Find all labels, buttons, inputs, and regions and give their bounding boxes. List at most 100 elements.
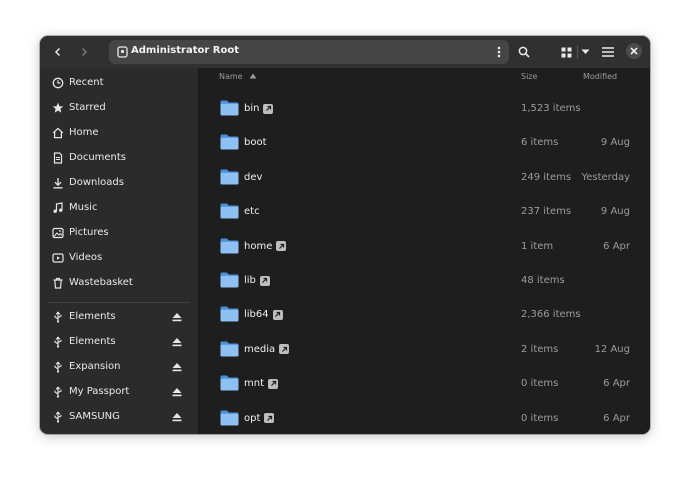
file-name: media: [244, 343, 290, 355]
sidebar-item-samsung[interactable]: SAMSUNG: [40, 405, 198, 429]
file-row[interactable]: lib 48 items: [199, 262, 650, 296]
symlink-icon: [263, 103, 274, 114]
folder-icon: [220, 341, 239, 357]
file-name: opt: [244, 413, 275, 424]
folder-icon: [220, 134, 239, 150]
more-options-icon[interactable]: [497, 46, 501, 58]
forward-button[interactable]: [72, 40, 96, 64]
file-row[interactable]: bin 1,523 items: [199, 90, 650, 124]
picture-icon: [52, 227, 64, 239]
eject-icon[interactable]: [171, 336, 183, 348]
music-icon: [53, 202, 63, 213]
file-manager-window: Administrator Root Recent Starred Home D…: [40, 36, 650, 434]
file-name: etc: [244, 206, 260, 217]
sidebar-item-elements[interactable]: Elements: [40, 305, 198, 329]
file-name-text: mnt: [244, 378, 264, 390]
symlink-icon: [276, 241, 287, 252]
view-options-button[interactable]: [578, 40, 592, 64]
file-name: bin: [244, 103, 274, 114]
document-icon: [53, 152, 63, 164]
sidebar-item-starred[interactable]: Starred: [40, 96, 198, 120]
file-size: 6 items: [521, 137, 559, 149]
location-bar[interactable]: Administrator Root: [109, 40, 509, 64]
eject-icon[interactable]: [171, 311, 183, 323]
file-size: 0 items: [521, 412, 559, 424]
sidebar-item-label: Documents: [69, 152, 127, 163]
sidebar-item-expansion[interactable]: Expansion: [40, 355, 198, 379]
chevron-right-icon: [81, 47, 88, 57]
file-row[interactable]: home 1 item 6 Apr: [199, 228, 650, 262]
usb-icon: [54, 336, 62, 348]
column-header-name[interactable]: Name: [219, 72, 257, 81]
file-modified: 12 Aug: [594, 343, 630, 355]
sidebar-item-home[interactable]: Home: [40, 121, 198, 145]
close-button[interactable]: [626, 43, 642, 59]
symlink-icon: [259, 275, 270, 286]
sidebar-item-elements-2[interactable]: Elements: [40, 330, 198, 354]
sidebar-item-label: Home: [69, 127, 99, 138]
sidebar-item-label: Music: [69, 202, 98, 213]
sidebar-item-label: Wastebasket: [69, 277, 133, 288]
column-header-name-label: Name: [219, 72, 243, 81]
file-size: 2 items: [521, 343, 559, 355]
file-modified: 6 Apr: [603, 378, 630, 390]
eject-icon[interactable]: [171, 361, 183, 373]
folder-icon: [220, 169, 239, 185]
file-name-text: dev: [244, 171, 263, 183]
sidebar: Recent Starred Home Documents Downloads …: [40, 68, 198, 434]
drive-icon: [117, 46, 128, 58]
folder-icon: [220, 100, 239, 116]
file-row[interactable]: dev 249 items Yesterday: [199, 159, 650, 193]
search-button[interactable]: [512, 40, 536, 64]
clock-icon: [52, 77, 64, 89]
folder-icon: [220, 238, 239, 254]
folder-icon: [220, 375, 239, 391]
column-header-size[interactable]: Size: [521, 72, 537, 81]
folder-icon: [220, 272, 239, 288]
sidebar-item-documents[interactable]: Documents: [40, 146, 198, 170]
usb-icon: [54, 311, 62, 323]
symlink-icon: [279, 344, 290, 355]
file-size: 237 items: [521, 206, 572, 218]
file-row[interactable]: etc 237 items 9 Aug: [199, 193, 650, 227]
eject-icon[interactable]: [171, 411, 183, 423]
back-button[interactable]: [46, 40, 70, 64]
sidebar-item-label: Expansion: [69, 361, 121, 372]
file-name-text: media: [244, 343, 276, 355]
file-row[interactable]: boot 6 items 9 Aug: [199, 124, 650, 158]
folder-icon: [220, 306, 239, 322]
sidebar-item-pictures[interactable]: Pictures: [40, 221, 198, 245]
view-toggle-button[interactable]: [556, 40, 576, 64]
sidebar-item-my-passport[interactable]: My Passport: [40, 380, 198, 404]
main-menu-button[interactable]: [596, 40, 620, 64]
file-row[interactable]: media 2 items 12 Aug: [199, 331, 650, 365]
file-name-text: lib64: [244, 309, 269, 321]
file-row[interactable]: lib64 2,366 items: [199, 296, 650, 330]
file-modified: 9 Aug: [600, 206, 630, 218]
star-icon: [52, 102, 64, 113]
home-icon: [52, 127, 64, 139]
file-modified: 6 Apr: [603, 240, 630, 252]
sidebar-item-music[interactable]: Music: [40, 196, 198, 220]
file-name-text: bin: [244, 103, 260, 114]
file-row[interactable]: mnt 0 items 6 Apr: [199, 365, 650, 399]
file-name-text: boot: [244, 137, 267, 149]
grid-view-icon: [561, 47, 571, 57]
sidebar-item-downloads[interactable]: Downloads: [40, 171, 198, 195]
trash-icon: [53, 277, 63, 289]
sidebar-item-videos[interactable]: Videos: [40, 246, 198, 270]
sidebar-item-label: Elements: [69, 336, 116, 347]
file-name: home: [244, 241, 287, 252]
sidebar-item-label: Starred: [69, 102, 106, 113]
file-row[interactable]: opt 0 items 6 Apr: [199, 400, 650, 434]
column-header-modified[interactable]: Modified: [583, 72, 617, 81]
header-bar: Administrator Root: [40, 36, 650, 68]
eject-icon[interactable]: [171, 386, 183, 398]
sidebar-item-label: Videos: [69, 252, 103, 263]
file-size: 249 items: [521, 171, 572, 183]
sidebar-item-wastebasket[interactable]: Wastebasket: [40, 271, 198, 295]
file-size: 48 items: [521, 275, 565, 286]
file-size: 2,366 items: [521, 309, 581, 321]
folder-icon: [220, 410, 239, 426]
sidebar-item-recent[interactable]: Recent: [40, 71, 198, 95]
